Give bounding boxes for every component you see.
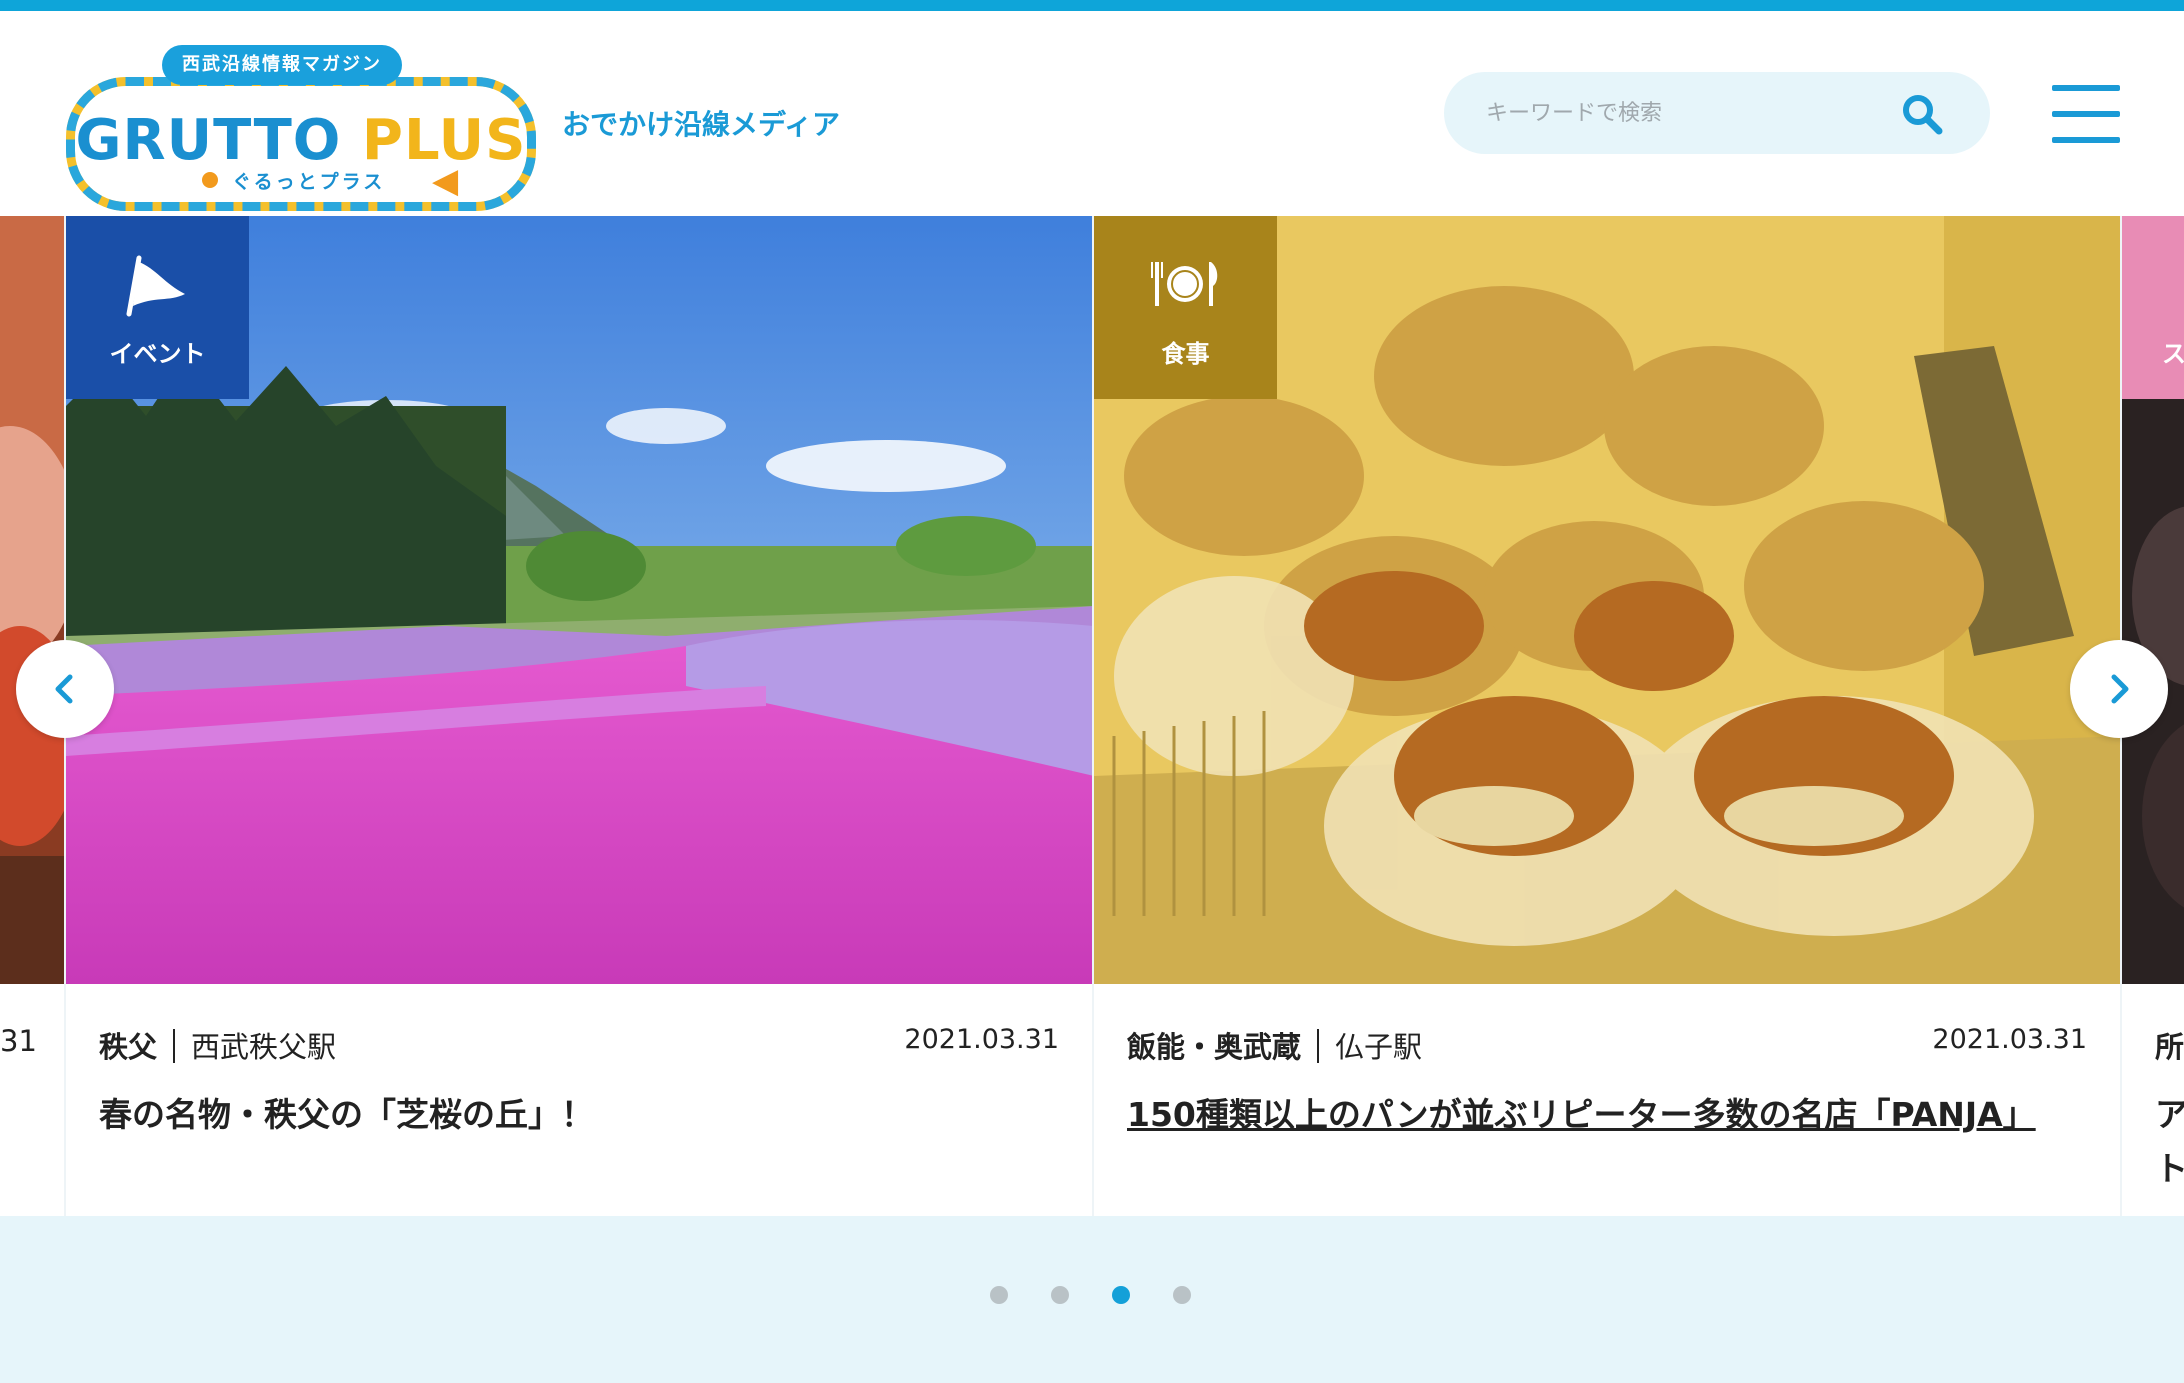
logo-subtitle: ぐるっとプラス bbox=[232, 171, 386, 193]
card-area: 飯能・奥武蔵 bbox=[1127, 1030, 1302, 1064]
plate-fork-knife-icon bbox=[1151, 262, 1218, 306]
search-box bbox=[1444, 72, 1990, 154]
card-photo bbox=[0, 216, 64, 984]
card-photo: ス bbox=[2122, 216, 2184, 984]
site-logo[interactable]: GRUTTO PLUS 西武沿線情報マガジン ぐるっとプラス ◀ bbox=[62, 31, 536, 211]
pagination-dot-active[interactable] bbox=[1112, 1286, 1130, 1304]
flag-icon bbox=[126, 255, 185, 317]
category-badge[interactable]: ス bbox=[2122, 216, 2184, 399]
featured-carousel: 31 イベント 秩父 西武秩父駅 2021.03.31 春の名物・秩父の「芝桜の… bbox=[0, 216, 2184, 1216]
card-station: 仏子駅 bbox=[1335, 1030, 1423, 1064]
card-photo: イベント bbox=[66, 216, 1092, 984]
card-date: 2021.03.31 bbox=[904, 1024, 1059, 1055]
card-meta: 所 bbox=[2155, 1024, 2184, 1064]
carousel-card[interactable]: 食事 飯能・奥武蔵 仏子駅 2021.03.31 150種類以上のパンが並ぶリピー… bbox=[1092, 216, 2120, 1216]
card-date: 2021.03.31 bbox=[1932, 1024, 2087, 1055]
pagination-dot[interactable] bbox=[1051, 1286, 1069, 1304]
meta-divider bbox=[1317, 1029, 1320, 1063]
logo-title-left: GRUTTO bbox=[75, 108, 342, 173]
card-title[interactable]: 春の名物・秩父の「芝桜の丘」！ bbox=[99, 1088, 1059, 1142]
search-icon[interactable] bbox=[1900, 92, 1944, 136]
pagination-dot[interactable] bbox=[1173, 1286, 1191, 1304]
site-header: GRUTTO PLUS 西武沿線情報マガジン ぐるっとプラス ◀ おでかけ沿線メ… bbox=[0, 11, 2184, 216]
logo-arrow-icon: ◀ bbox=[432, 161, 459, 201]
category-badge[interactable]: 食事 bbox=[1094, 216, 1277, 399]
card-title-line: ア bbox=[2155, 1095, 2184, 1134]
category-badge-label: 食事 bbox=[1161, 340, 1210, 368]
menu-line-icon bbox=[2052, 137, 2120, 143]
carousel-next-button[interactable] bbox=[2070, 640, 2168, 738]
card-date: 31 bbox=[0, 1024, 37, 1058]
hamburger-menu-button[interactable] bbox=[2052, 85, 2120, 145]
category-badge-label: イベント bbox=[109, 340, 206, 368]
card-meta: 秩父 西武秩父駅 2021.03.31 bbox=[99, 1024, 1059, 1064]
meta-divider bbox=[173, 1029, 176, 1063]
carousel-pagination bbox=[990, 1286, 1210, 1308]
carousel-card[interactable]: イベント 秩父 西武秩父駅 2021.03.31 春の名物・秩父の「芝桜の丘」！ bbox=[64, 216, 1092, 1216]
pagination-dot[interactable] bbox=[990, 1286, 1008, 1304]
chevron-left-icon bbox=[55, 674, 73, 704]
top-accent-bar bbox=[0, 0, 2184, 11]
chevron-right-icon bbox=[2111, 674, 2129, 704]
card-title[interactable]: 150種類以上のパンが並ぶリピーター多数の名店「PANJA」 bbox=[1127, 1088, 2087, 1142]
card-title-line: ト bbox=[2155, 1149, 2184, 1188]
logo-title: GRUTTO PLUS bbox=[75, 108, 527, 173]
menu-line-icon bbox=[2052, 85, 2120, 91]
category-badge-label: ス bbox=[2162, 340, 2184, 368]
card-meta: 31 bbox=[0, 1024, 64, 1064]
menu-line-icon bbox=[2052, 111, 2120, 117]
card-area: 秩父 bbox=[99, 1030, 158, 1064]
logo-tagline: 西武沿線情報マガジン bbox=[162, 45, 402, 85]
search-input[interactable] bbox=[1484, 92, 1888, 134]
carousel-prev-button[interactable] bbox=[16, 640, 114, 738]
card-meta: 飯能・奥武蔵 仏子駅 2021.03.31 bbox=[1127, 1024, 2087, 1064]
site-tagline: おでかけ沿線メディア bbox=[562, 108, 841, 141]
card-station: 西武秩父駅 bbox=[191, 1030, 337, 1064]
card-title[interactable]: アト bbox=[2155, 1088, 2184, 1196]
card-photo: 食事 bbox=[1094, 216, 2120, 984]
logo-dot bbox=[202, 172, 218, 188]
category-badge[interactable]: イベント bbox=[66, 216, 249, 399]
card-area: 所 bbox=[2155, 1030, 2184, 1064]
